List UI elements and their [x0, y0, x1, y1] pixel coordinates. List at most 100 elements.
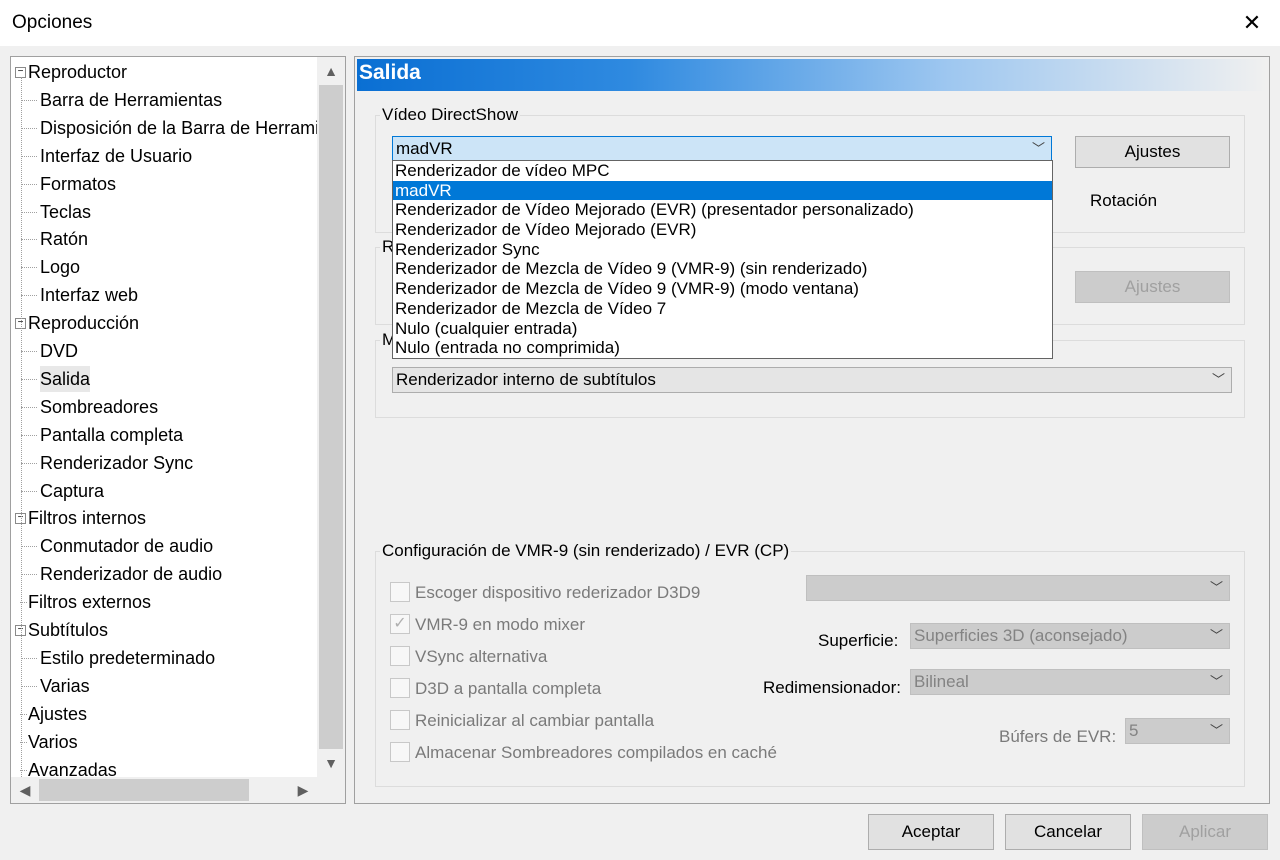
renderer-dropdown-list[interactable]: Renderizador de vídeo MPC madVR Renderizad…	[392, 160, 1053, 359]
rotation-label: Rotación	[1090, 191, 1158, 210]
tree-connector	[21, 127, 37, 129]
tree-connector	[21, 239, 37, 241]
tree-item[interactable]: Varias	[40, 673, 90, 699]
subtitle-renderer-value: Renderizador interno de subtítulos	[396, 370, 656, 389]
dropdown-option[interactable]: Renderizador de vídeo MPC	[393, 161, 1052, 181]
tree-item[interactable]: Avanzadas	[28, 757, 117, 778]
checkbox-label[interactable]: Almacenar Sombreadores compilados en cac…	[415, 743, 777, 763]
chevron-down-icon: ﹀	[1209, 723, 1223, 738]
tree-connector	[21, 657, 37, 659]
second-settings-button[interactable]: Ajustes	[1075, 271, 1230, 303]
tree-item[interactable]: Interfaz web	[40, 282, 138, 308]
directshow-renderer-value: madVR	[396, 139, 453, 158]
options-tree[interactable]: Reproductor − Barra de Herramientas Disposi…	[10, 56, 346, 804]
tree-items: Reproductor − Barra de Herramientas Disposi…	[11, 57, 317, 777]
window-title: Opciones	[12, 12, 93, 33]
checkbox[interactable]	[390, 646, 410, 666]
tree-item[interactable]: Subtítulos	[28, 617, 108, 643]
checkbox-label[interactable]: VMR-9 en modo mixer	[415, 615, 585, 635]
tree-item[interactable]: Formatos	[40, 171, 116, 197]
tree-vertical-scrollbar[interactable]: ▲ ▼	[317, 57, 345, 777]
tree-item[interactable]: Captura	[40, 478, 104, 504]
checkbox-label[interactable]: Reinicializar al cambiar pantalla	[415, 711, 654, 731]
tree-item[interactable]: Estilo predeterminado	[40, 645, 215, 671]
checkbox[interactable]	[390, 678, 410, 698]
tree-vertical-thumb[interactable]	[319, 85, 343, 749]
chevron-down-icon: ﹀	[1211, 372, 1225, 387]
tree-item[interactable]: Renderizador de audio	[40, 561, 222, 587]
scroll-up-icon[interactable]: ▲	[317, 57, 345, 85]
resizer-select[interactable]: Bilineal ﹀	[910, 669, 1230, 695]
tree-connector	[21, 685, 37, 687]
tree-item[interactable]: Interfaz de Usuario	[40, 143, 192, 169]
d3d9-device-select[interactable]: ﹀	[806, 575, 1230, 601]
directshow-renderer-select[interactable]: madVR ﹀	[392, 136, 1052, 162]
surface-select[interactable]: Superficies 3D (aconsejado) ﹀	[910, 623, 1230, 649]
tree-item[interactable]: Reproductor	[28, 59, 127, 85]
tree-connector	[21, 378, 37, 380]
dropdown-option[interactable]: Renderizador de Vídeo Mejorado (EVR) (pr…	[393, 200, 1052, 220]
tree-connector	[21, 99, 37, 101]
tree-connector	[21, 267, 37, 269]
tree-item[interactable]: Reproducción	[28, 310, 139, 336]
tree-item[interactable]: Pantalla completa	[40, 422, 183, 448]
tree-item[interactable]: Varios	[28, 729, 78, 755]
chevron-down-icon: ﹀	[1209, 674, 1223, 689]
scroll-right-icon[interactable]: ▶	[289, 777, 317, 803]
evr-buffers-select[interactable]: 5 ﹀	[1125, 718, 1230, 744]
tree-connector	[21, 295, 37, 297]
dropdown-option[interactable]: Renderizador de Vídeo Mejorado (EVR)	[393, 220, 1052, 240]
dropdown-option[interactable]: Renderizador de Mezcla de Vídeo 9 (VMR-9…	[393, 279, 1052, 299]
tree-item[interactable]: Conmutador de audio	[40, 533, 213, 559]
tree-connector	[21, 462, 37, 464]
scroll-down-icon[interactable]: ▼	[317, 749, 345, 777]
directshow-settings-button[interactable]: Ajustes	[1075, 136, 1230, 168]
checkbox-label[interactable]: VSync alternativa	[415, 647, 547, 667]
checkbox[interactable]	[390, 742, 410, 762]
surface-label: Superficie:	[818, 631, 899, 650]
chevron-down-icon: ﹀	[1031, 141, 1045, 156]
dropdown-option[interactable]: Nulo (cualquier entrada)	[393, 319, 1052, 339]
tree-item[interactable]: Sombreadores	[40, 394, 158, 420]
evr-buffers-label: Búfers de EVR:	[999, 727, 1117, 746]
close-icon[interactable]: ✕	[1224, 0, 1280, 46]
resizer-label: Redimensionador:	[763, 678, 901, 697]
dropdown-option[interactable]: Renderizador de Mezcla de Vídeo 7	[393, 299, 1052, 319]
tree-item[interactable]: Disposición de la Barra de Herramientas	[40, 115, 317, 141]
accept-button[interactable]: Aceptar	[868, 814, 994, 850]
evr-buffers-value: 5	[1129, 721, 1139, 740]
tree-item[interactable]: Renderizador Sync	[40, 450, 193, 476]
tree-horizontal-scrollbar[interactable]: ◀ ▶	[11, 777, 345, 803]
directshow-legend: Vídeo DirectShow	[380, 105, 521, 125]
tree-connector	[21, 546, 37, 548]
tree-connector	[21, 211, 37, 213]
subtitle-renderer-select[interactable]: Renderizador interno de subtítulos ﹀	[392, 367, 1232, 393]
dropdown-option[interactable]: Renderizador Sync	[393, 240, 1052, 260]
page-title: Salida	[357, 59, 1267, 91]
checkbox-label[interactable]: Escoger dispositivo rederizador D3D9	[415, 583, 700, 603]
tree-item[interactable]: Logo	[40, 254, 80, 280]
tree-item[interactable]: Filtros internos	[28, 505, 146, 531]
dropdown-option[interactable]: Nulo (entrada no comprimida)	[393, 338, 1052, 358]
checkbox[interactable]: ✓	[390, 614, 410, 634]
cancel-button[interactable]: Cancelar	[1005, 814, 1131, 850]
checkbox[interactable]	[390, 582, 410, 602]
tree-item[interactable]: Filtros externos	[28, 589, 151, 615]
tree-item[interactable]: DVD	[40, 338, 78, 364]
chevron-down-icon: ﹀	[1209, 628, 1223, 643]
tree-connector	[21, 77, 22, 777]
tree-item[interactable]: Salida	[40, 365, 91, 392]
dropdown-option[interactable]: Renderizador de Mezcla de Vídeo 9 (VMR-9…	[393, 259, 1052, 279]
checkbox[interactable]	[390, 710, 410, 730]
checkbox-label[interactable]: D3D a pantalla completa	[415, 679, 601, 699]
tree-item[interactable]: Ajustes	[28, 701, 87, 727]
tree-item[interactable]: Barra de Herramientas	[40, 87, 222, 113]
tree-horizontal-thumb[interactable]	[39, 779, 249, 801]
dropdown-option[interactable]: madVR	[393, 180, 1052, 201]
surface-value: Superficies 3D (aconsejado)	[914, 626, 1128, 645]
scroll-left-icon[interactable]: ◀	[11, 777, 39, 803]
tree-item[interactable]: Ratón	[40, 226, 88, 252]
tree-item[interactable]: Teclas	[40, 199, 91, 225]
tree-connector	[21, 434, 37, 436]
apply-button[interactable]: Aplicar	[1142, 814, 1268, 850]
